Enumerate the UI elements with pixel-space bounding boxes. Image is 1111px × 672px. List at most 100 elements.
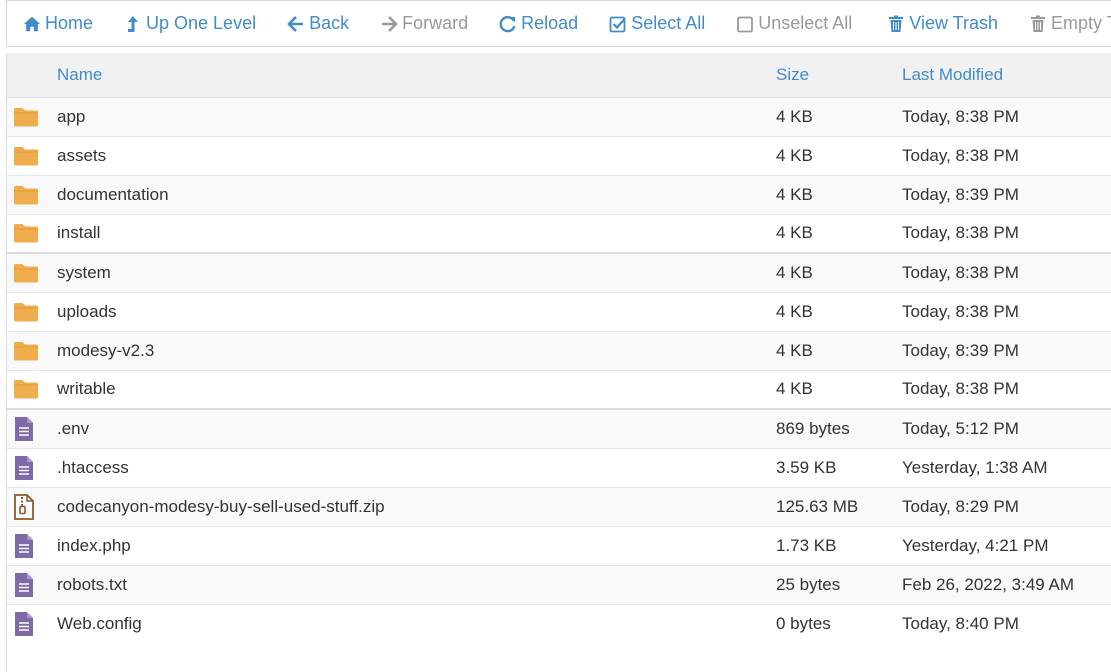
modified-header-label: Last Modified — [902, 64, 1004, 84]
table-row[interactable]: documentation 4 KB Today, 8:39 PM — [7, 174, 1111, 214]
home-icon — [23, 16, 41, 31]
file-name[interactable]: modesy-v2.3 — [57, 341, 154, 360]
file-name[interactable]: documentation — [57, 185, 169, 204]
select-all-button[interactable]: Select All — [593, 1, 720, 46]
file-name-cell[interactable]: app — [57, 96, 776, 136]
file-modified: Today, 5:12 PM — [902, 408, 1111, 448]
file-modified: Today, 8:38 PM — [902, 369, 1111, 409]
table-row[interactable]: modesy-v2.3 4 KB Today, 8:39 PM — [7, 330, 1111, 370]
file-name-cell[interactable]: modesy-v2.3 — [57, 330, 776, 370]
name-column-header[interactable]: Name — [57, 53, 776, 98]
text-file-icon — [13, 611, 57, 637]
file-name[interactable]: codecanyon-modesy-buy-sell-used-stuff.zi… — [57, 497, 385, 516]
file-name-cell[interactable]: install — [57, 213, 776, 253]
table-row[interactable]: app 4 KB Today, 8:38 PM — [7, 96, 1111, 136]
row-icon-cell — [7, 369, 57, 409]
table-row[interactable]: robots.txt 25 bytes Feb 26, 2022, 3:49 AM — [7, 564, 1111, 604]
trash-icon — [889, 15, 904, 32]
view-trash-label: View Trash — [909, 13, 998, 33]
file-size: 125.63 MB — [776, 486, 902, 526]
table-row[interactable]: writable 4 KB Today, 8:38 PM — [7, 369, 1111, 409]
file-modified: Yesterday, 1:38 AM — [902, 447, 1111, 487]
table-row[interactable]: index.php 1.73 KB Yesterday, 4:21 PM — [7, 525, 1111, 565]
file-table: Name Size Last Modified app 4 KB Today, 8:… — [7, 53, 1111, 640]
size-column-header[interactable]: Size — [776, 53, 902, 98]
up-one-level-label: Up One Level — [146, 13, 257, 33]
file-size: 4 KB — [776, 291, 902, 331]
folder-icon — [13, 262, 57, 284]
file-name[interactable]: Web.config — [57, 614, 142, 633]
empty-list-area — [6, 640, 1111, 672]
file-name-cell[interactable]: assets — [57, 135, 776, 175]
file-name[interactable]: assets — [57, 146, 106, 165]
reload-button[interactable]: Reload — [483, 1, 593, 46]
text-file-icon — [13, 572, 57, 598]
text-file-icon — [13, 416, 57, 442]
empty-trash-label: Empty Tr — [1051, 13, 1111, 33]
folder-icon — [13, 301, 57, 323]
file-name-cell[interactable]: .env — [57, 408, 776, 448]
unselect-all-label: Unselect All — [758, 13, 853, 33]
empty-trash-button[interactable]: Empty Tr — [1013, 1, 1111, 46]
table-row[interactable]: Web.config 0 bytes Today, 8:40 PM — [7, 603, 1111, 640]
row-icon-cell — [7, 291, 57, 331]
file-name-cell[interactable]: .htaccess — [57, 447, 776, 487]
file-modified: Today, 8:38 PM — [902, 135, 1111, 175]
file-name-cell[interactable]: Web.config — [57, 603, 776, 640]
forward-button[interactable]: Forward — [364, 1, 483, 46]
table-header-row: Name Size Last Modified — [7, 53, 1111, 98]
file-manager-toolbar: Home Up One Level Back Forward Reload Se… — [6, 0, 1111, 47]
folder-icon — [13, 222, 57, 244]
reload-icon — [499, 15, 516, 32]
file-name-cell[interactable]: documentation — [57, 174, 776, 214]
file-size: 4 KB — [776, 174, 902, 214]
arrow-right-icon — [382, 15, 398, 32]
file-name-cell[interactable]: index.php — [57, 525, 776, 565]
unselect-all-button[interactable]: Unselect All — [720, 1, 867, 46]
row-icon-cell — [7, 603, 57, 640]
row-icon-cell — [7, 135, 57, 175]
row-icon-cell — [7, 486, 57, 526]
table-row[interactable]: .htaccess 3.59 KB Yesterday, 1:38 AM — [7, 447, 1111, 487]
row-icon-cell — [7, 525, 57, 565]
row-icon-cell — [7, 447, 57, 487]
name-header-label: Name — [57, 64, 103, 84]
file-size: 25 bytes — [776, 564, 902, 604]
file-name-cell[interactable]: writable — [57, 369, 776, 409]
file-modified: Today, 8:38 PM — [902, 96, 1111, 136]
view-trash-button[interactable]: View Trash — [871, 1, 1013, 46]
table-row[interactable]: install 4 KB Today, 8:38 PM — [7, 213, 1111, 253]
file-size: 3.59 KB — [776, 447, 902, 487]
file-name[interactable]: system — [57, 263, 111, 282]
file-name[interactable]: install — [57, 223, 100, 242]
modified-column-header[interactable]: Last Modified — [902, 53, 1111, 98]
file-name[interactable]: .env — [57, 419, 89, 438]
file-name-cell[interactable]: system — [57, 252, 776, 292]
trash-icon — [1031, 15, 1045, 32]
file-name[interactable]: app — [57, 107, 85, 126]
home-button[interactable]: Home — [7, 1, 108, 46]
icon-column-header — [7, 53, 57, 98]
row-icon-cell — [7, 213, 57, 253]
file-name[interactable]: robots.txt — [57, 575, 127, 594]
table-row[interactable]: codecanyon-modesy-buy-sell-used-stuff.zi… — [7, 486, 1111, 526]
row-icon-cell — [7, 408, 57, 448]
file-name[interactable]: .htaccess — [57, 458, 129, 477]
back-button[interactable]: Back — [271, 1, 364, 46]
up-one-level-button[interactable]: Up One Level — [108, 1, 271, 46]
file-name[interactable]: index.php — [57, 536, 131, 555]
table-row[interactable]: system 4 KB Today, 8:38 PM — [7, 252, 1111, 292]
file-name[interactable]: uploads — [57, 302, 117, 321]
file-name[interactable]: writable — [57, 379, 116, 398]
file-name-cell[interactable]: uploads — [57, 291, 776, 331]
table-row[interactable]: uploads 4 KB Today, 8:38 PM — [7, 291, 1111, 331]
file-modified: Yesterday, 4:21 PM — [902, 525, 1111, 565]
table-row[interactable]: .env 869 bytes Today, 5:12 PM — [7, 408, 1111, 448]
row-icon-cell — [7, 564, 57, 604]
file-name-cell[interactable]: codecanyon-modesy-buy-sell-used-stuff.zi… — [57, 486, 776, 526]
row-icon-cell — [7, 96, 57, 136]
file-modified: Today, 8:40 PM — [902, 603, 1111, 640]
folder-icon — [13, 106, 57, 128]
file-name-cell[interactable]: robots.txt — [57, 564, 776, 604]
table-row[interactable]: assets 4 KB Today, 8:38 PM — [7, 135, 1111, 175]
